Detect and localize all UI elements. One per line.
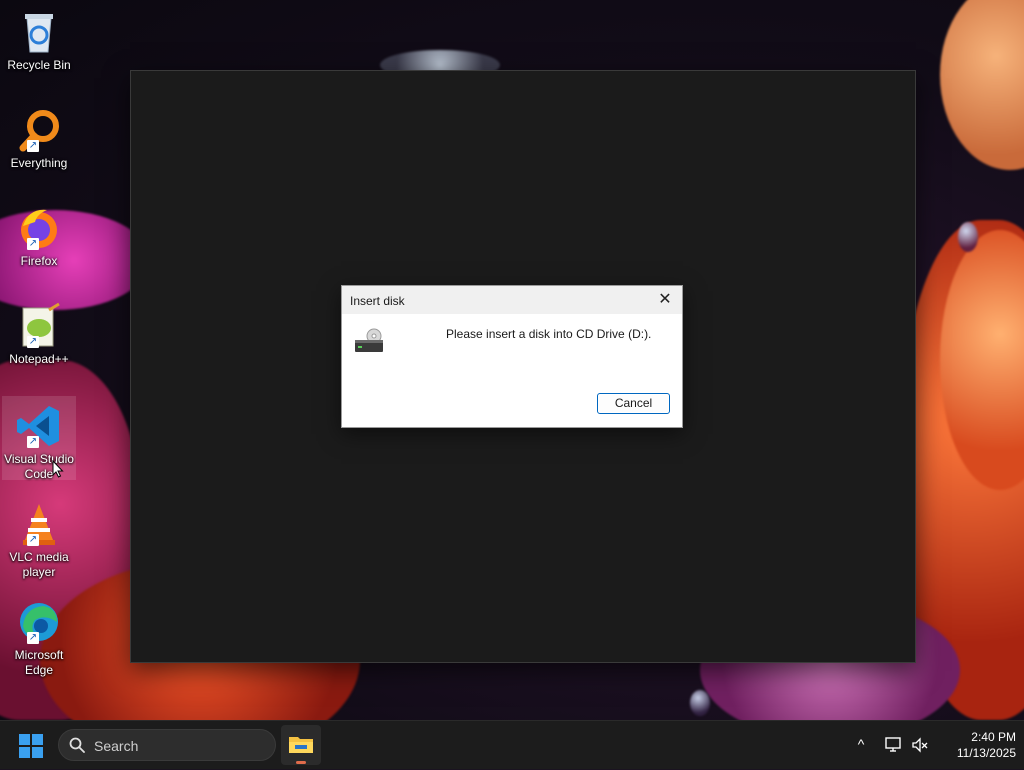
shortcut-arrow-icon: ↗ <box>27 632 39 644</box>
desktop-icon-label: Microsoft Edge <box>14 648 64 677</box>
shortcut-arrow-icon: ↗ <box>27 140 39 152</box>
start-button[interactable] <box>18 733 44 759</box>
mouse-cursor-icon <box>52 459 64 478</box>
shortcut-arrow-icon: ↗ <box>27 238 39 250</box>
everything-search-icon: ↗ <box>15 106 63 154</box>
desktop-icon-everything[interactable]: ↗ Everything <box>2 100 76 176</box>
desktop-icon-firefox[interactable]: ↗ Firefox <box>2 198 76 274</box>
desktop-icon-edge[interactable]: ↗ Microsoft Edge <box>2 592 76 677</box>
network-icon[interactable] <box>884 735 904 755</box>
wallpaper-shape <box>690 690 710 716</box>
dialog-body: Please insert a disk into CD Drive (D:).… <box>342 314 682 427</box>
system-clock[interactable]: 2:40 PM 11/13/2025 <box>936 729 1016 761</box>
clock-time: 2:40 PM <box>971 730 1016 744</box>
insert-disk-dialog[interactable]: Insert disk ✕ Please insert a disk into … <box>341 285 683 428</box>
running-indicator <box>296 761 306 764</box>
desktop-icon-label: VLC media player <box>9 550 69 579</box>
taskbar: Search ^ 2:40 PM 11/13/2025 <box>0 720 1024 769</box>
show-hidden-icons-button[interactable]: ^ <box>852 735 870 753</box>
desktop-icon-label: Visual Studio Code <box>4 452 74 481</box>
notepadpp-icon: ↗ <box>15 302 63 350</box>
firefox-icon: ↗ <box>15 204 63 252</box>
vscode-icon: ↗ <box>15 402 63 450</box>
dialog-title: Insert disk <box>350 294 405 308</box>
shortcut-arrow-icon: ↗ <box>27 336 39 348</box>
folder-icon <box>289 737 313 753</box>
vlc-icon: ↗ <box>15 500 63 548</box>
search-icon <box>69 737 85 753</box>
clock-date: 11/13/2025 <box>956 746 1016 760</box>
wallpaper-shape <box>940 0 1024 170</box>
desktop-icon-label: Recycle Bin <box>7 58 71 72</box>
volume-muted-icon[interactable] <box>910 735 930 755</box>
desktop-icon-vlc[interactable]: ↗ VLC media player <box>2 494 76 579</box>
dialog-message: Please insert a disk into CD Drive (D:). <box>446 327 652 341</box>
cancel-button[interactable]: Cancel <box>597 393 670 414</box>
taskbar-search[interactable]: Search <box>58 729 276 761</box>
cd-drive-icon <box>354 328 384 354</box>
recycle-bin-icon <box>15 8 63 56</box>
edge-icon: ↗ <box>15 598 63 646</box>
search-placeholder: Search <box>94 738 139 754</box>
wallpaper-shape <box>958 222 978 252</box>
desktop-icon-label: Notepad++ <box>9 352 69 366</box>
close-button[interactable]: ✕ <box>654 290 676 310</box>
desktop-icon-vscode[interactable]: ↗ Visual Studio Code <box>2 396 76 481</box>
windows-logo-icon <box>19 734 43 758</box>
desktop-icon-notepadpp[interactable]: ↗ Notepad++ <box>2 296 76 372</box>
shortcut-arrow-icon: ↗ <box>27 534 39 546</box>
shortcut-arrow-icon: ↗ <box>27 436 39 448</box>
desktop-icon-label: Firefox <box>20 254 58 268</box>
desktop-icon-recycle-bin[interactable]: Recycle Bin <box>2 2 76 78</box>
desktop-icon-label: Everything <box>10 156 68 170</box>
taskbar-file-explorer[interactable] <box>281 725 321 765</box>
